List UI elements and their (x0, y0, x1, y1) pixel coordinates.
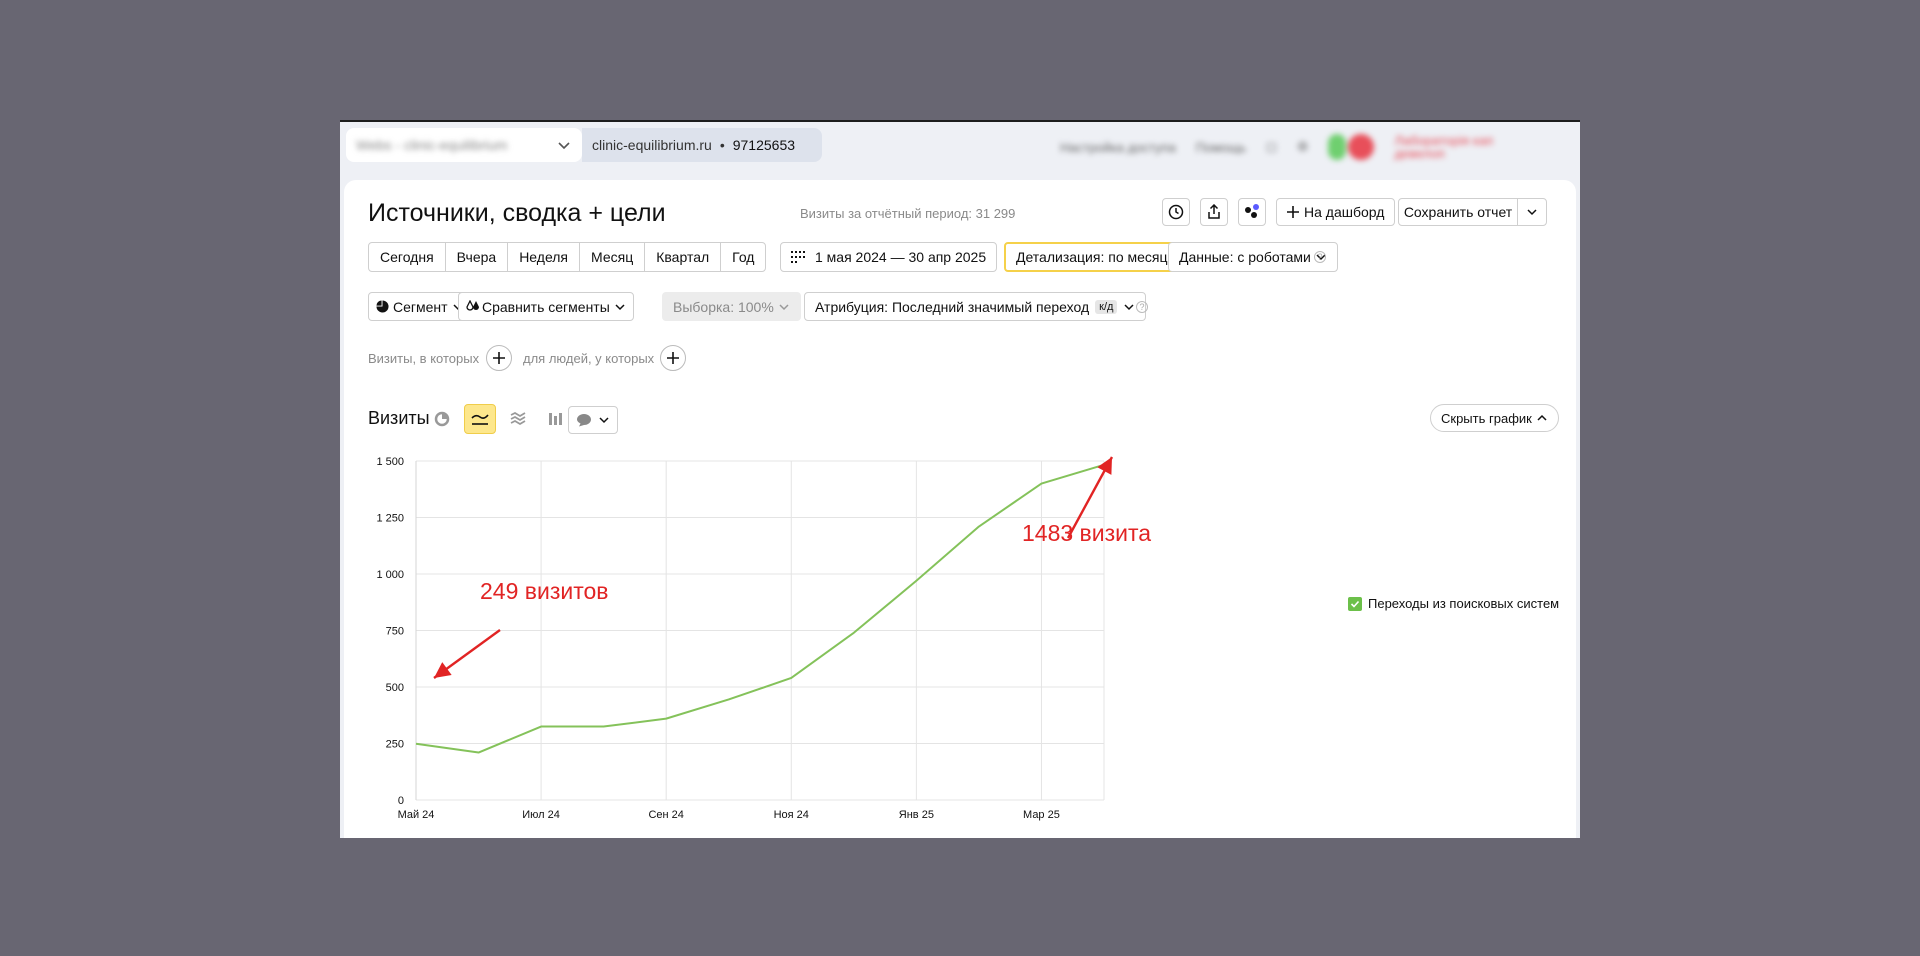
annotation-start: 249 визитов (480, 578, 609, 604)
site-selector[interactable]: Webs - clinic-equilibrium (346, 128, 582, 162)
y-tick-label: 250 (386, 739, 404, 751)
settings-icon[interactable]: ⚙ (1297, 139, 1309, 155)
avatar[interactable] (1348, 134, 1375, 160)
y-tick-label: 0 (398, 795, 404, 807)
y-tick-label: 1 000 (376, 569, 404, 581)
x-tick-label: Ноя 24 (774, 809, 809, 821)
x-tick-label: Мар 25 (1023, 809, 1060, 821)
access-settings-link[interactable]: Настройка доступа (1060, 140, 1176, 155)
site-info: clinic-equilibrium.ru • 97125653 (582, 128, 822, 162)
y-tick-label: 1 500 (376, 456, 404, 468)
help-link[interactable]: Помощь (1196, 140, 1246, 155)
chevron-down-icon (558, 142, 570, 150)
visits-line-chart: 0 250 500 750 1 000 1 250 1 500 Май 24 Июл 24 Сен… (376, 456, 1114, 821)
y-tick-label: 750 (386, 626, 404, 638)
browser-window: Webs - clinic-equilibrium clinic-equilib… (340, 120, 1580, 838)
top-bar: Webs - clinic-equilibrium clinic-equilib… (340, 122, 1580, 180)
separator-dot: • (719, 137, 725, 153)
notifications-icon[interactable]: ◻ (1266, 139, 1277, 155)
y-tick-label: 500 (386, 682, 404, 694)
annotation-arrow-start-head (434, 662, 452, 678)
x-tick-label: Май 24 (398, 809, 435, 821)
user-name[interactable]: Лабораторія кап девелоп (1394, 134, 1493, 160)
y-tick-label: 1 250 (376, 513, 404, 525)
x-tick-label: Сен 24 (648, 809, 683, 821)
series-line (415, 463, 1105, 754)
site-domain: clinic-equilibrium.ru (592, 137, 712, 153)
annotation-end: 1483 визита (1022, 520, 1152, 546)
x-tick-label: Июл 24 (522, 809, 560, 821)
counter-id: 97125653 (732, 137, 796, 153)
status-pill (1328, 134, 1347, 160)
x-tick-label: Янв 25 (899, 809, 934, 821)
report-panel: Источники, сводка + цели Визиты за отчёт… (344, 180, 1576, 838)
site-name: Webs - clinic-equilibrium (356, 137, 508, 153)
top-right-menu: Настройка доступа Помощь ◻ ⚙ Лабораторія… (1060, 134, 1493, 160)
